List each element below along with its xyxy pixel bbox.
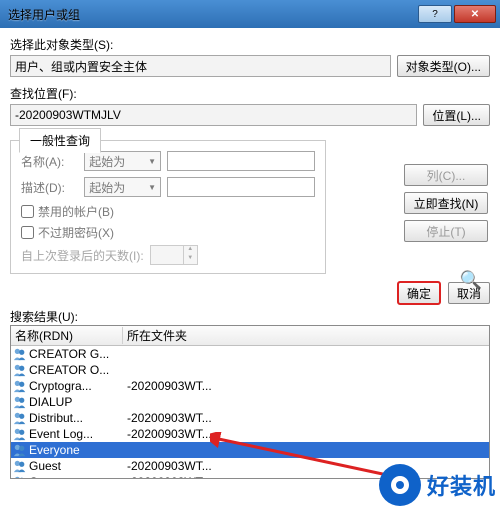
name-label: 名称(A):: [21, 153, 78, 170]
desc-mode-select[interactable]: 起始为▼: [84, 177, 161, 197]
group-icon: [13, 395, 27, 409]
objtype-button[interactable]: 对象类型(O)...: [397, 55, 490, 77]
col-name[interactable]: 名称(RDN): [11, 327, 123, 344]
list-item[interactable]: DIALUP: [11, 394, 489, 410]
objtype-field: [10, 55, 391, 77]
results-label: 搜索结果(U):: [10, 308, 490, 325]
name-mode-select[interactable]: 起始为▼: [84, 151, 161, 171]
watermark-logo: [379, 464, 421, 506]
group-icon: [13, 443, 27, 457]
disabled-checkbox[interactable]: 禁用的帐户(B): [21, 203, 315, 220]
desc-label: 描述(D):: [21, 179, 78, 196]
titlebar: 选择用户或组 ? ✕: [0, 0, 500, 28]
close-button[interactable]: ✕: [454, 5, 496, 23]
results-list[interactable]: 名称(RDN) 所在文件夹 CREATOR G...CREATOR O...Cr…: [10, 325, 490, 479]
window-title: 选择用户或组: [8, 6, 416, 23]
location-label: 查找位置(F):: [10, 85, 490, 102]
watermark: 好装机: [379, 464, 496, 506]
group-icon: [13, 475, 27, 479]
group-icon: [13, 459, 27, 473]
list-item[interactable]: Distribut...-20200903WT...: [11, 410, 489, 426]
query-group: 一般性查询 名称(A): 起始为▼ 描述(D): 起始为▼ 禁用的帐户(B) 不…: [10, 140, 326, 274]
lastlogin-label: 自上次登录后的天数(I):: [21, 247, 144, 264]
chevron-down-icon: ▼: [148, 183, 156, 192]
list-item[interactable]: CREATOR O...: [11, 362, 489, 378]
group-icon: [13, 427, 27, 441]
group-icon: [13, 347, 27, 361]
findnow-button[interactable]: 立即查找(N): [404, 192, 488, 214]
objtype-label: 选择此对象类型(S):: [10, 36, 490, 53]
group-icon: [13, 379, 27, 393]
columns-button[interactable]: 列(C)...: [404, 164, 488, 186]
list-item[interactable]: CREATOR G...: [11, 346, 489, 362]
results-header: 名称(RDN) 所在文件夹: [11, 326, 489, 346]
group-icon: [13, 363, 27, 377]
col-folder[interactable]: 所在文件夹: [123, 327, 489, 344]
noexpire-checkbox[interactable]: 不过期密码(X): [21, 224, 315, 241]
stop-button[interactable]: 停止(T): [404, 220, 488, 242]
location-button[interactable]: 位置(L)...: [423, 104, 490, 126]
name-input[interactable]: [167, 151, 315, 171]
group-icon: [13, 411, 27, 425]
list-item[interactable]: Cryptogra...-20200903WT...: [11, 378, 489, 394]
search-icon: 🔍: [460, 270, 482, 291]
watermark-text: 好装机: [427, 469, 496, 501]
tab-general[interactable]: 一般性查询: [19, 128, 101, 153]
location-field: [10, 104, 417, 126]
desc-input[interactable]: [167, 177, 315, 197]
help-button[interactable]: ?: [418, 5, 452, 23]
lastlogin-spinner: ▲▼: [150, 245, 198, 265]
list-item[interactable]: Event Log...-20200903WT...: [11, 426, 489, 442]
list-item[interactable]: Everyone: [11, 442, 489, 458]
ok-button[interactable]: 确定: [398, 282, 440, 304]
chevron-down-icon: ▼: [148, 157, 156, 166]
